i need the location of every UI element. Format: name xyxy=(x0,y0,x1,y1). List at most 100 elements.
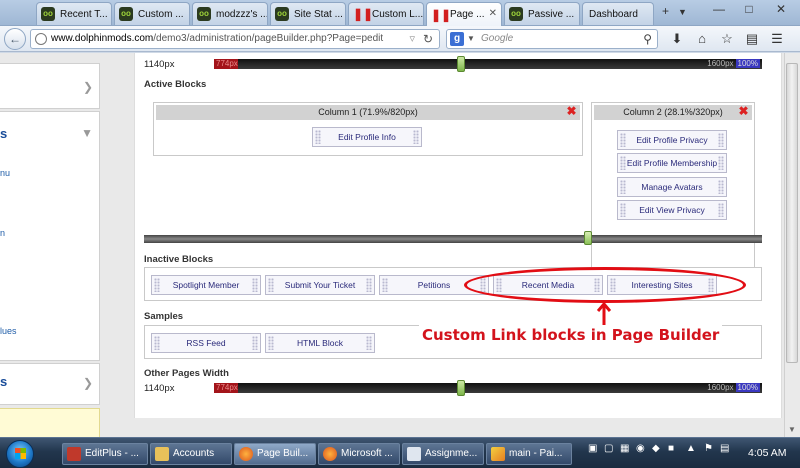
taskbar-item-label: Page Buil... xyxy=(257,448,309,459)
block-manage-avatars[interactable]: Manage Avatars xyxy=(617,177,727,197)
chevron-right-icon[interactable]: ❯ xyxy=(83,80,93,94)
windows-taskbar: EditPlus - ... Accounts Page Buil... Mic… xyxy=(0,437,800,468)
block-html-block[interactable]: HTML Block xyxy=(265,333,375,353)
sidebar-link[interactable]: nu xyxy=(0,168,10,178)
tab-label: Site Stat ... xyxy=(294,8,343,20)
tab-modzzz[interactable]: oo modzzz's ... xyxy=(192,2,268,25)
close-window-icon[interactable]: ✕ xyxy=(766,0,796,18)
search-input[interactable]: g ▼ Google ⚲ xyxy=(446,29,658,49)
block-edit-profile-membership[interactable]: Edit Profile Membership xyxy=(617,153,727,173)
sidebar-link[interactable]: lues xyxy=(0,326,17,336)
tray-network-status-icon[interactable]: ▤ xyxy=(720,443,729,454)
start-button[interactable] xyxy=(6,440,34,468)
google-icon: g xyxy=(450,32,464,46)
scrollbar-thumb[interactable] xyxy=(786,63,798,363)
minimize-icon[interactable]: — xyxy=(704,0,734,18)
block-edit-profile-info[interactable]: Edit Profile Info xyxy=(312,127,422,147)
taskbar-item-label: Microsoft ... xyxy=(341,448,393,459)
annotation-ellipse xyxy=(464,267,746,303)
tray-app-icon[interactable]: ■ xyxy=(668,443,674,454)
tab-list-icon[interactable]: ▼ xyxy=(678,7,687,17)
taskbar-item-label: Accounts xyxy=(173,448,215,459)
taskbar-item-accounts[interactable]: Accounts xyxy=(150,443,232,465)
samples-title: Samples xyxy=(144,311,184,322)
download-icon[interactable]: ⬇ xyxy=(668,30,686,48)
back-button[interactable]: ← xyxy=(4,28,26,50)
column-divider-slider[interactable] xyxy=(144,231,762,245)
column-1: Column 1 (71.9%/820px) ✖ Edit Profile In… xyxy=(153,102,583,156)
slider-percent: 100% xyxy=(735,59,760,68)
windows-logo-icon xyxy=(15,448,26,459)
taskbar-item-page-builder[interactable]: Page Buil... xyxy=(234,443,316,465)
bookmarks-list-icon[interactable]: ▤ xyxy=(743,30,761,48)
tab-passive[interactable]: oo Passive ... xyxy=(504,2,580,25)
sidebar-heading: s xyxy=(0,374,8,389)
tab-label: Passive ... xyxy=(528,8,575,20)
sidebar-link[interactable]: n xyxy=(0,228,5,238)
other-pages-width-value: 1140px xyxy=(144,383,175,394)
page-width-value: 1140px xyxy=(144,59,175,70)
tab-recent[interactable]: oo Recent T... xyxy=(36,2,112,25)
chevron-down-icon[interactable]: ▼ xyxy=(81,126,93,140)
block-edit-profile-privacy[interactable]: Edit Profile Privacy xyxy=(617,130,727,150)
firefox-icon xyxy=(323,447,337,461)
tray-network-icon[interactable]: ▦ xyxy=(620,443,629,454)
slider-max-label: 1600px 100% xyxy=(707,383,760,392)
reload-icon[interactable]: ↻ xyxy=(423,30,433,48)
taskbar-item-assignment[interactable]: Assignme... xyxy=(402,443,484,465)
address-bar[interactable]: www.dolphinmods.com/demo3/administration… xyxy=(30,29,440,49)
column-divider-handle[interactable] xyxy=(584,231,592,245)
tray-app-icon[interactable]: ◉ xyxy=(636,443,645,454)
pause-icon: ❚❚ xyxy=(431,7,452,22)
slider-handle[interactable] xyxy=(457,56,465,72)
other-pages-width-title: Other Pages Width xyxy=(144,368,229,379)
page-content: ❯ s ▼ nu n lues s ❯ 1140px 774px 1600px 1… xyxy=(0,53,800,437)
delete-column-icon[interactable]: ✖ xyxy=(738,105,749,117)
dolphin-icon: oo xyxy=(41,7,55,21)
sidebar-panel-top[interactable]: ❯ xyxy=(0,63,100,109)
search-icon[interactable]: ⚲ xyxy=(643,30,652,48)
block-edit-view-privacy[interactable]: Edit View Privacy xyxy=(617,200,727,220)
block-rss-feed[interactable]: RSS Feed xyxy=(151,333,261,353)
tab-dashboard[interactable]: Dashboard xyxy=(582,2,654,25)
tab-site-stat[interactable]: oo Site Stat ... xyxy=(270,2,346,25)
maximize-icon[interactable]: □ xyxy=(734,0,764,18)
scroll-down-icon[interactable]: ▼ xyxy=(786,425,798,434)
home-icon[interactable]: ⌂ xyxy=(693,30,711,48)
page-width-slider[interactable]: 774px 1600px 100% xyxy=(214,56,762,72)
new-tab-icon[interactable]: + xyxy=(662,4,669,18)
taskbar-clock[interactable]: 4:05 AM xyxy=(748,447,787,459)
taskbar-item-label: main - Pai... xyxy=(509,448,563,459)
search-engine-dropdown-icon[interactable]: ▼ xyxy=(467,30,475,48)
bookmark-star-icon[interactable]: ☆ xyxy=(718,30,736,48)
other-pages-width-slider[interactable]: 774px 1600px 100% xyxy=(214,380,762,396)
tab-custom[interactable]: oo Custom ... xyxy=(114,2,190,25)
tray-app-icon[interactable]: ◆ xyxy=(652,443,660,454)
tray-flag-icon[interactable]: ⚑ xyxy=(704,443,713,454)
tray-monitor-icon[interactable]: ▣ xyxy=(588,443,597,454)
chevron-right-icon[interactable]: ❯ xyxy=(83,376,93,390)
globe-icon xyxy=(35,33,47,45)
tray-window-icon[interactable]: ▢ xyxy=(604,443,613,454)
slider-handle[interactable] xyxy=(457,380,465,396)
taskbar-item-editplus[interactable]: EditPlus - ... xyxy=(62,443,148,465)
menu-icon[interactable]: ☰ xyxy=(768,30,786,48)
sidebar-panel-bottom[interactable]: s ❯ xyxy=(0,363,100,405)
tray-expand-icon[interactable]: ▲ xyxy=(686,443,696,454)
close-tab-icon[interactable]: ✕ xyxy=(489,8,497,19)
admin-sidebar: ❯ s ▼ nu n lues s ❯ xyxy=(0,53,102,437)
paint-icon xyxy=(491,447,505,461)
tab-page-builder[interactable]: ❚❚ Page ... ✕ xyxy=(426,2,502,26)
url-domain: www.dolphinmods.com xyxy=(51,33,154,44)
navigation-bar: ← www.dolphinmods.com/demo3/administrati… xyxy=(0,26,800,52)
slider-min-label: 774px xyxy=(214,383,238,393)
dropdown-icon[interactable]: ▿ xyxy=(409,30,415,48)
taskbar-item-paint[interactable]: main - Pai... xyxy=(486,443,572,465)
browser-tab-strip: oo Recent T... oo Custom ... oo modzzz's… xyxy=(0,0,800,26)
block-submit-your-ticket[interactable]: Submit Your Ticket xyxy=(265,275,375,295)
tab-custom-links[interactable]: ❚❚ Custom L... xyxy=(348,2,424,25)
column-2-header: Column 2 (28.1%/320px) xyxy=(594,105,752,120)
block-spotlight-member[interactable]: Spotlight Member xyxy=(151,275,261,295)
delete-column-icon[interactable]: ✖ xyxy=(566,105,577,117)
taskbar-item-microsoft[interactable]: Microsoft ... xyxy=(318,443,400,465)
